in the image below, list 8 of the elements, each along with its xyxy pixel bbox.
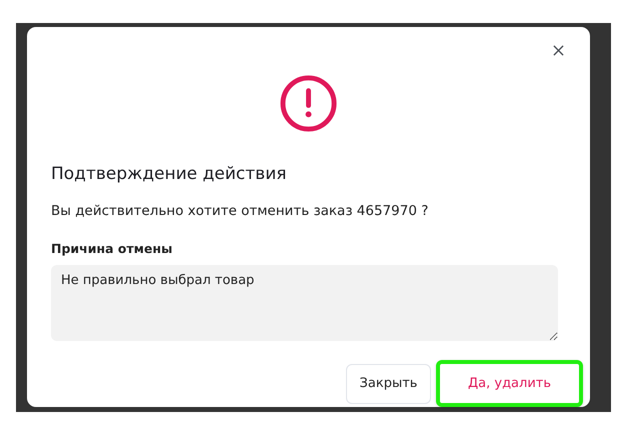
field-label: Причина отмены <box>51 241 174 256</box>
warning-icon <box>279 74 338 133</box>
confirm-button[interactable]: Да, удалить <box>436 360 583 407</box>
dialog-title: Подтверждение действия <box>51 164 288 184</box>
close-button[interactable]: Закрыть <box>346 364 431 404</box>
close-icon[interactable] <box>553 45 564 56</box>
dialog-message: Вы действительно хотите отменить заказ 4657970 ? <box>51 203 430 219</box>
reason-field[interactable]: Не правильно выбрал товар <box>51 265 558 341</box>
